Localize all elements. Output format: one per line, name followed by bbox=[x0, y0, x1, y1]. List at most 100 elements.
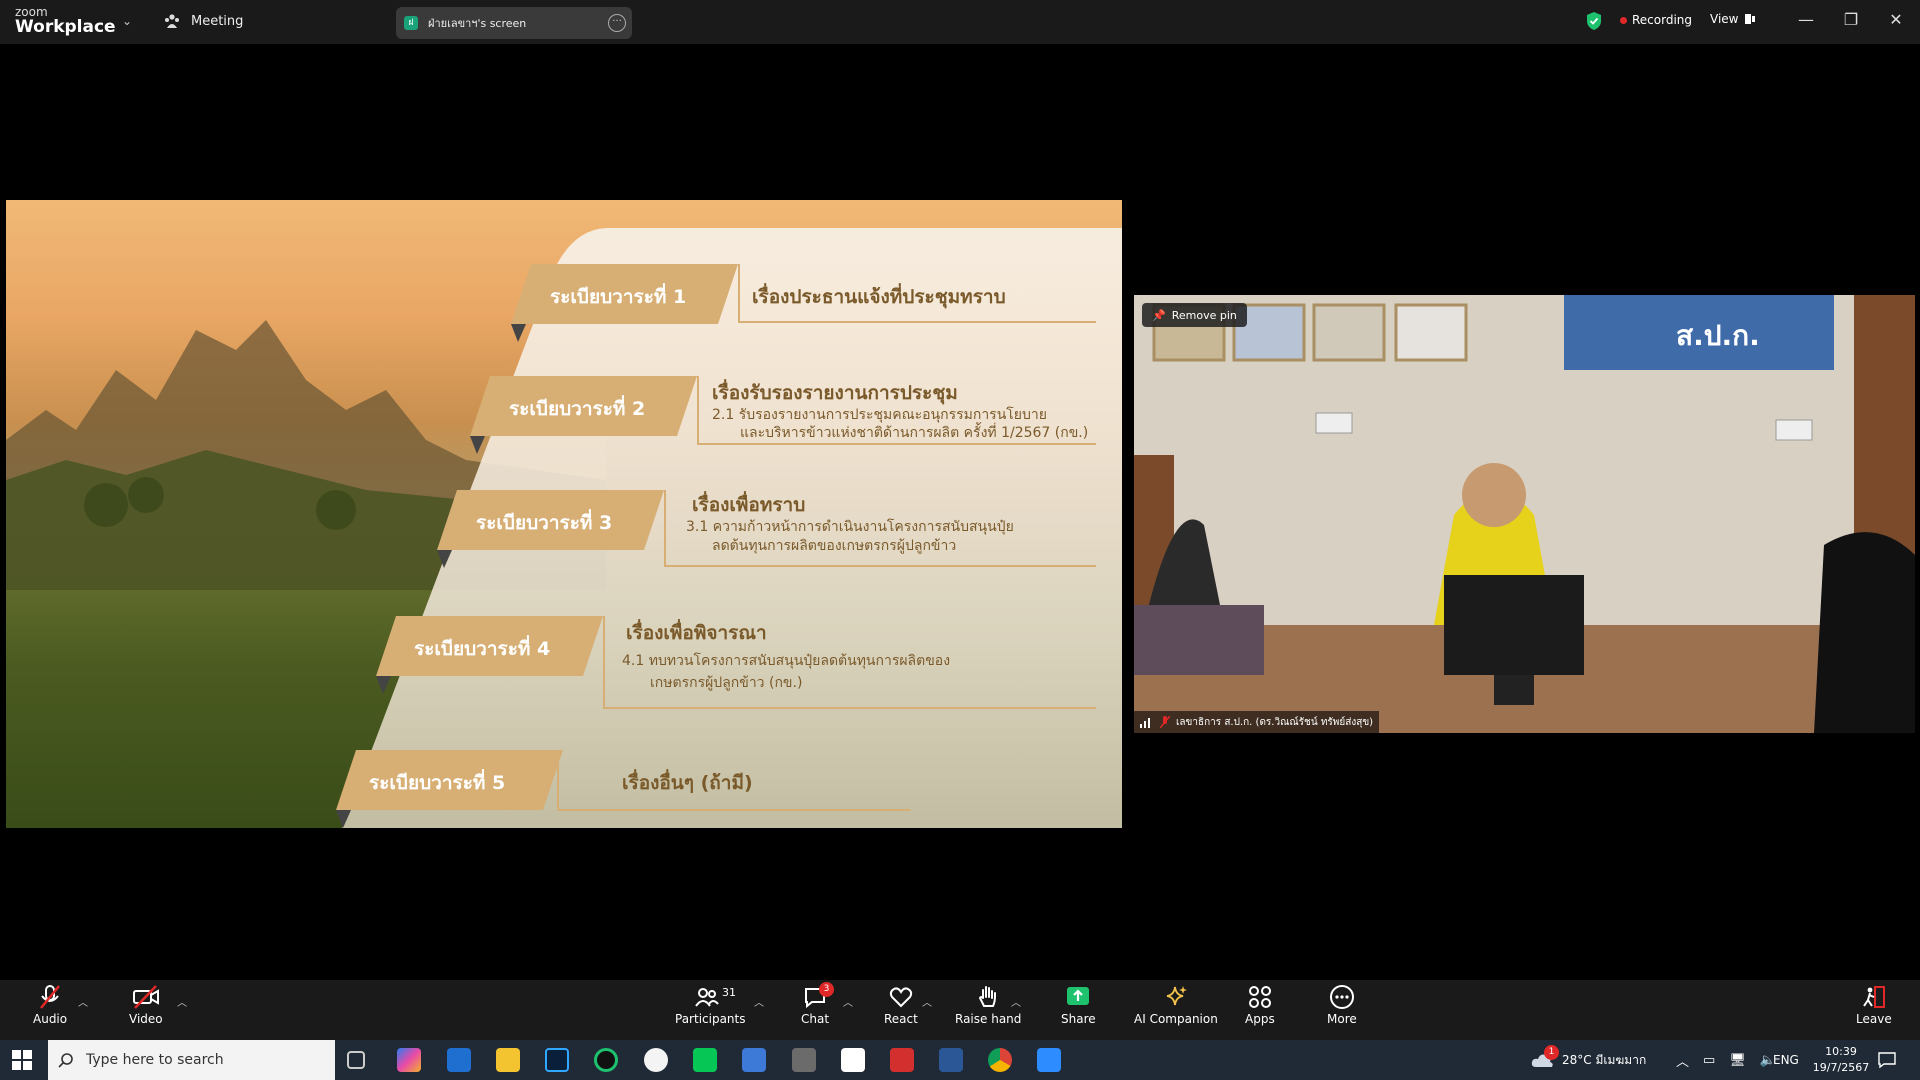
agenda-sub-3b: ลดต้นทุนการผลิตของเกษตรกรผู้ปลูกข้าว bbox=[712, 538, 957, 554]
restore-button[interactable]: ❐ bbox=[1841, 10, 1861, 29]
agenda-label-2: ระเบียบวาระที่ 2 bbox=[509, 398, 646, 420]
network-icon[interactable]: 🖥 bbox=[1729, 1053, 1746, 1068]
close-button[interactable]: ✕ bbox=[1886, 10, 1906, 29]
recording-indicator[interactable]: Recording bbox=[1620, 13, 1692, 27]
participant-name-bar: เลขาธิการ ส.ป.ก. (ดร.วิณณ์รัชน์ ทรัพย์ส่… bbox=[1134, 711, 1380, 733]
agenda-title-3: เรื่องเพื่อทราบ bbox=[692, 494, 806, 516]
react-heart-icon bbox=[889, 987, 913, 1008]
share-screen-pill[interactable]: ฝ ฝ่ายเลขาฯ's screen ··· bbox=[396, 7, 632, 39]
apps-label: Apps bbox=[1245, 1012, 1275, 1026]
calculator-icon[interactable] bbox=[742, 1048, 766, 1072]
taskbar-search-box[interactable]: Type here to search bbox=[48, 1040, 335, 1080]
video-options-caret[interactable]: ︿ bbox=[177, 994, 187, 1009]
word-icon[interactable] bbox=[939, 1048, 963, 1072]
title-bar: zoom Workplace ⌄ Meeting ฝ ฝ่ายเลขาฯ's s… bbox=[0, 0, 1920, 44]
audio-button[interactable]: Audio bbox=[33, 984, 67, 1026]
chrome-icon[interactable] bbox=[988, 1048, 1012, 1072]
view-button[interactable]: View bbox=[1710, 12, 1756, 26]
ai-companion-button[interactable]: AI Companion bbox=[1134, 984, 1218, 1026]
chat-unread-badge: 3 bbox=[819, 982, 834, 997]
chevron-up-icon[interactable]: ︿ bbox=[1676, 1051, 1689, 1070]
raise-hand-icon bbox=[979, 986, 997, 1007]
spotify-like-icon[interactable] bbox=[594, 1048, 618, 1072]
audio-options-caret[interactable]: ︿ bbox=[78, 994, 88, 1009]
agenda-sub-4a: 4.1 ทบทวนโครงการสนับสนุนปุ๋ยลดต้นทุนการผ… bbox=[622, 653, 951, 669]
react-button[interactable]: React bbox=[884, 984, 918, 1026]
record-dot-icon bbox=[1620, 16, 1627, 24]
participants-icon bbox=[695, 988, 719, 1007]
share-screen-icon bbox=[1067, 987, 1090, 1005]
raise-hand-label: Raise hand bbox=[955, 1012, 1022, 1026]
weather-alert-badge: 1 bbox=[1544, 1045, 1559, 1060]
video-scene: ส.ป.ก. bbox=[1134, 295, 1915, 733]
meeting-menu[interactable]: Meeting bbox=[163, 12, 243, 30]
chat-button[interactable]: 3 Chat bbox=[801, 982, 834, 1026]
agenda-label-3: ระเบียบวาระที่ 3 bbox=[476, 512, 613, 534]
store-icon[interactable] bbox=[447, 1048, 471, 1072]
chat-label: Chat bbox=[801, 1012, 830, 1026]
leave-button[interactable]: Leave bbox=[1856, 984, 1892, 1026]
wall-sign-text: ส.ป.ก. bbox=[1676, 319, 1760, 352]
weather-text: 28°C มีเมฆมาก bbox=[1562, 1052, 1647, 1067]
share-label: Share bbox=[1061, 1012, 1096, 1026]
participants-button[interactable]: 31 Participants bbox=[675, 984, 746, 1026]
task-view-icon[interactable] bbox=[347, 1051, 365, 1069]
app-icon-round[interactable] bbox=[644, 1048, 668, 1072]
share-screen-label: ฝ่ายเลขาฯ's screen bbox=[428, 17, 527, 30]
participants-label: Participants bbox=[675, 1012, 746, 1026]
muted-mic-icon bbox=[1160, 716, 1170, 728]
chevron-down-icon[interactable]: ⌄ bbox=[122, 14, 132, 28]
participant-name: เลขาธิการ ส.ป.ก. (ดร.วิณณ์รัชน์ ทรัพย์ส่… bbox=[1176, 716, 1374, 728]
share-avatar-icon: ฝ bbox=[404, 16, 418, 30]
agenda-label-1: ระเบียบวาระที่ 1 bbox=[550, 286, 687, 308]
more-options-icon[interactable]: ··· bbox=[608, 14, 626, 32]
security-shield-icon[interactable] bbox=[1586, 11, 1602, 31]
signal-bars-icon bbox=[1140, 718, 1150, 728]
pinned-video-tile[interactable]: ส.ป.ก. 📌 Remove pin เลขาธิการ ส.ป.ก. (ดร… bbox=[1134, 295, 1915, 733]
view-label: View bbox=[1710, 12, 1739, 26]
search-placeholder: Type here to search bbox=[86, 1052, 224, 1068]
participants-options-caret[interactable]: ︿ bbox=[754, 994, 764, 1009]
view-layout-icon bbox=[1745, 14, 1756, 24]
printer-icon[interactable] bbox=[792, 1048, 816, 1072]
notifications-icon[interactable] bbox=[1878, 1052, 1896, 1068]
agenda-sub-2a: 2.1 รับรองรายงานการประชุมคณะอนุกรรมการนโ… bbox=[712, 407, 1047, 423]
weather-widget[interactable]: 1 28°C มีเมฆมาก bbox=[1530, 1040, 1646, 1080]
recording-label: Recording bbox=[1632, 13, 1693, 27]
audio-label: Audio bbox=[33, 1012, 68, 1026]
clock-time: 10:39 bbox=[1825, 1045, 1857, 1058]
meet-now-icon[interactable]: ▭ bbox=[1703, 1053, 1715, 1068]
agenda-title-5: เรื่องอื่นๆ (ถ้ามี) bbox=[622, 772, 753, 794]
remove-pin-button[interactable]: 📌 Remove pin bbox=[1142, 303, 1247, 327]
react-options-caret[interactable]: ︿ bbox=[922, 994, 932, 1009]
share-button[interactable]: Share bbox=[1061, 984, 1096, 1026]
language-indicator[interactable]: ENG bbox=[1773, 1040, 1799, 1080]
zoom-taskbar-icon[interactable] bbox=[1037, 1048, 1061, 1072]
agenda-sub-4b: เกษตรกรผู้ปลูกข้าว (กข.) bbox=[650, 675, 803, 691]
raise-hand-options-caret[interactable]: ︿ bbox=[1011, 994, 1021, 1009]
pin-icon: 📌 bbox=[1152, 308, 1166, 322]
video-button[interactable]: Video bbox=[129, 984, 163, 1026]
file-explorer-icon[interactable] bbox=[496, 1048, 520, 1072]
minimize-button[interactable]: — bbox=[1796, 10, 1816, 29]
agenda-title-1: เรื่องประธานแจ้งที่ประชุมทราบ bbox=[752, 286, 1006, 308]
leave-label: Leave bbox=[1856, 1012, 1892, 1026]
line-icon[interactable] bbox=[693, 1048, 717, 1072]
search-icon bbox=[58, 1053, 73, 1068]
chat-options-caret[interactable]: ︿ bbox=[843, 994, 853, 1009]
clock[interactable]: 10:39 19/7/2567 bbox=[1806, 1044, 1876, 1076]
photoshop-icon[interactable] bbox=[545, 1048, 569, 1072]
windows-start-icon[interactable] bbox=[12, 1050, 32, 1070]
capcut-icon[interactable] bbox=[841, 1048, 865, 1072]
apps-button[interactable]: Apps bbox=[1245, 984, 1275, 1026]
acrobat-icon[interactable] bbox=[890, 1048, 914, 1072]
clock-date: 19/7/2567 bbox=[1812, 1061, 1870, 1074]
windows-taskbar: Type here to search 1 28°C มีเมฆมาก ︿ ▭ … bbox=[0, 1040, 1920, 1080]
more-button[interactable]: More bbox=[1327, 984, 1357, 1026]
copilot-icon[interactable] bbox=[397, 1048, 421, 1072]
system-tray[interactable]: ︿ ▭ 🖥 🔈 bbox=[1676, 1040, 1776, 1080]
video-off-icon bbox=[132, 985, 159, 1009]
agenda-sub-2b: และบริหารข้าวแห่งชาติด้านการผลิต ครั้งที… bbox=[740, 425, 1089, 441]
zoom-logo[interactable]: zoom Workplace bbox=[15, 6, 116, 36]
leave-exit-icon bbox=[1863, 986, 1885, 1008]
